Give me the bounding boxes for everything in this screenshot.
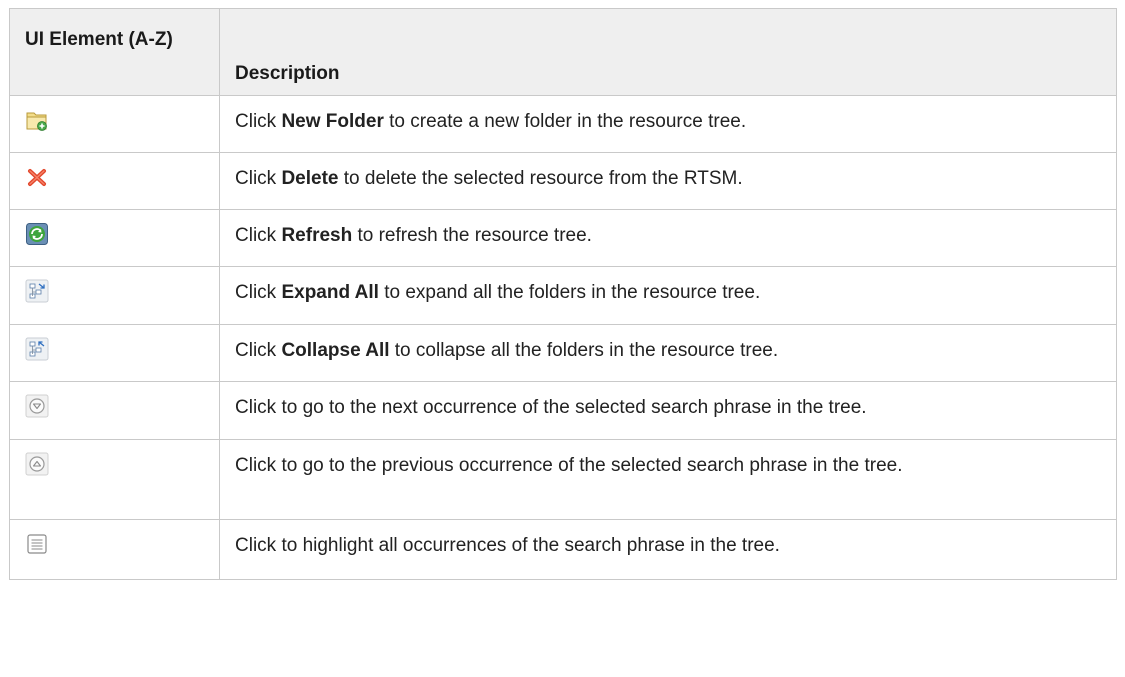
column-header-ui-element-label: UI Element (A-Z) bbox=[25, 29, 173, 50]
table-cell-description: Click to highlight all occurrences of th… bbox=[219, 519, 1117, 580]
control-name: Expand All bbox=[281, 282, 379, 303]
table-row: Click New Folder to create a new folder … bbox=[9, 95, 1117, 153]
control-name: Collapse All bbox=[281, 340, 390, 361]
column-header-description: Description bbox=[219, 8, 1117, 96]
table-cell-icon bbox=[9, 209, 220, 267]
delete-icon bbox=[25, 165, 49, 189]
table-cell-icon bbox=[9, 439, 220, 520]
table-cell-icon bbox=[9, 266, 220, 325]
control-name: New Folder bbox=[281, 111, 384, 132]
previous-occurrence-icon bbox=[25, 452, 49, 476]
next-occurrence-icon bbox=[25, 394, 49, 418]
table-cell-icon bbox=[9, 519, 220, 580]
table-cell-description: Click Refresh to refresh the resource tr… bbox=[219, 209, 1117, 267]
table-cell-description: Click Expand All to expand all the folde… bbox=[219, 266, 1117, 325]
table-row: Click to go to the previous occurrence o… bbox=[9, 439, 1117, 520]
table-cell-icon bbox=[9, 324, 220, 382]
table-cell-icon bbox=[9, 95, 220, 153]
control-name: Delete bbox=[281, 168, 339, 189]
table-row: Click Collapse All to collapse all the f… bbox=[9, 324, 1117, 382]
table-cell-description: Click to go to the next occurrence of th… bbox=[219, 381, 1117, 440]
highlight-all-icon bbox=[25, 532, 49, 556]
refresh-icon bbox=[25, 222, 49, 246]
table-row: Click Refresh to refresh the resource tr… bbox=[9, 209, 1117, 267]
table-cell-description: Click New Folder to create a new folder … bbox=[219, 95, 1117, 153]
collapse-all-icon bbox=[25, 337, 49, 361]
table-row: Click Expand All to expand all the folde… bbox=[9, 266, 1117, 325]
table-header-row: UI Element (A-Z) Description bbox=[9, 8, 1117, 96]
control-name: Refresh bbox=[281, 225, 353, 246]
table-cell-description: Click to go to the previous occurrence o… bbox=[219, 439, 1117, 520]
new-folder-icon bbox=[25, 108, 49, 132]
column-header-description-label: Description bbox=[235, 63, 340, 84]
table-row: Click to highlight all occurrences of th… bbox=[9, 519, 1117, 580]
table-row: Click to go to the next occurrence of th… bbox=[9, 381, 1117, 440]
table-cell-description: Click Collapse All to collapse all the f… bbox=[219, 324, 1117, 382]
column-header-ui-element: UI Element (A-Z) bbox=[9, 8, 220, 96]
expand-all-icon bbox=[25, 279, 49, 303]
table-row: Click Delete to delete the selected reso… bbox=[9, 152, 1117, 210]
table-cell-icon bbox=[9, 381, 220, 440]
table-cell-icon bbox=[9, 152, 220, 210]
table-cell-description: Click Delete to delete the selected reso… bbox=[219, 152, 1117, 210]
ui-elements-table: UI Element (A-Z) Description Click New F… bbox=[9, 8, 1117, 580]
